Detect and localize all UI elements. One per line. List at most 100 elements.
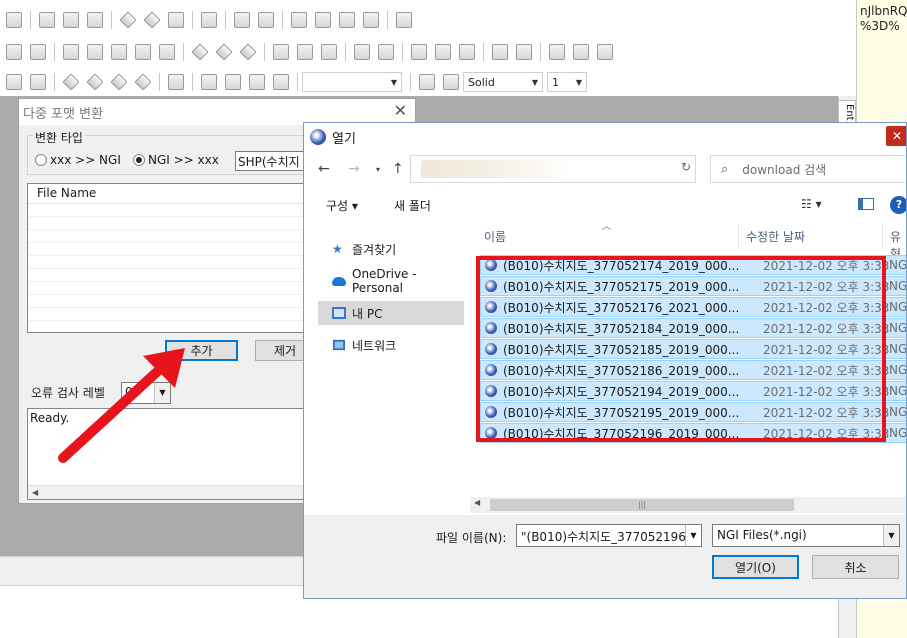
toolbar-icon[interactable] <box>62 73 80 91</box>
toolbar-icon[interactable] <box>215 43 233 61</box>
toolbar-icon[interactable] <box>201 74 217 90</box>
column-name[interactable]: 이름 <box>484 228 506 246</box>
address-bar[interactable]: ↻ <box>410 155 696 183</box>
up-icon[interactable]: ↑ <box>392 161 404 177</box>
close-icon[interactable]: ✕ <box>886 126 906 146</box>
undo-icon[interactable] <box>119 11 137 29</box>
toolbar-icon[interactable] <box>354 44 370 60</box>
toolbar-icon[interactable] <box>549 44 565 60</box>
toolbar-icon[interactable] <box>30 74 46 90</box>
toolbar-icon[interactable] <box>378 44 394 60</box>
nav-item-favorites[interactable]: ★ 즐겨찾기 <box>318 237 464 261</box>
refresh-icon[interactable]: ↻ <box>681 160 691 174</box>
radio-ngi-to-xxx[interactable]: NGI >> xxx <box>133 153 219 167</box>
zoom-icon[interactable] <box>291 12 307 28</box>
file-list-header[interactable]: File Name <box>28 184 310 204</box>
pan-icon[interactable] <box>396 12 412 28</box>
scroll-thumb[interactable]: ||| <box>490 499 794 511</box>
search-icon[interactable] <box>234 12 250 28</box>
radio-xxx-to-ngi[interactable]: xxx >> NGI <box>35 153 121 167</box>
nav-item-this-pc[interactable]: 내 PC <box>318 301 464 325</box>
chart-icon[interactable] <box>273 74 289 90</box>
filename-input[interactable]: "(B010)수치지도_377052196_ ▼ <box>516 524 702 547</box>
toolbar-icon[interactable] <box>86 73 104 91</box>
toolbar-icon[interactable] <box>573 44 589 60</box>
column-divider[interactable] <box>882 223 883 249</box>
toolbar-icon[interactable] <box>239 43 257 61</box>
pen-icon[interactable] <box>258 12 274 28</box>
chevron-down-icon[interactable]: ▼ <box>685 525 701 546</box>
view-options-icon[interactable]: ☷ ▾ <box>801 197 822 211</box>
toolbar-icon[interactable] <box>225 74 241 90</box>
text-icon[interactable] <box>297 44 313 60</box>
toolbar-icon[interactable] <box>435 44 451 60</box>
fill-icon[interactable] <box>419 74 435 90</box>
help-icon[interactable]: ? <box>890 196 906 214</box>
address-path <box>421 160 571 178</box>
radio-selected-icon[interactable] <box>133 154 145 166</box>
toolbar-icon[interactable] <box>168 74 184 90</box>
scroll-left-icon[interactable]: ◀ <box>474 498 480 507</box>
toolbar-icon[interactable] <box>110 73 128 91</box>
toolbar-icon[interactable] <box>6 44 22 60</box>
filetype-select[interactable]: NGI Files(*.ngi) ▼ <box>712 524 900 547</box>
close-icon[interactable]: ✕ <box>394 101 407 120</box>
preview-pane-icon[interactable] <box>858 198 874 210</box>
search-input[interactable]: ⌕ download 검색 <box>710 155 906 183</box>
nav-item-onedrive[interactable]: OneDrive - Personal <box>318 267 464 295</box>
delete-icon[interactable] <box>143 11 161 29</box>
log-scrollbar[interactable]: ◀ <box>28 485 310 499</box>
back-icon[interactable]: ← <box>318 161 330 177</box>
column-type[interactable]: 유형 <box>890 228 906 261</box>
file-type: NG <box>889 300 907 314</box>
toolbar-icon[interactable] <box>249 74 265 90</box>
column-divider[interactable] <box>738 223 739 249</box>
toolbar-icon[interactable] <box>159 44 175 60</box>
toolbar-icon[interactable] <box>597 44 613 60</box>
toolbar-icon[interactable] <box>191 43 209 61</box>
recent-dropdown-icon[interactable]: ▾ <box>376 165 380 174</box>
organize-button[interactable]: 구성 ▾ <box>326 197 358 214</box>
toolbar-icon[interactable] <box>6 12 22 28</box>
toolbar-icon[interactable] <box>411 44 427 60</box>
open-button[interactable]: 열기(O) <box>712 555 799 579</box>
zoom-in-icon[interactable] <box>315 12 331 28</box>
line-width-combo[interactable]: 1 ▼ <box>547 72 587 92</box>
toolbar-icon[interactable] <box>492 44 508 60</box>
toolbar-icon[interactable] <box>459 44 475 60</box>
layer-combo[interactable]: ▼ <box>302 72 402 92</box>
toolbar-icon[interactable] <box>63 44 79 60</box>
toolbar-icon[interactable] <box>516 44 532 60</box>
horizontal-scrollbar[interactable]: ◀ ||| <box>470 497 906 513</box>
toolbar-icon[interactable] <box>63 12 79 28</box>
toolbar-icon[interactable] <box>321 44 337 60</box>
column-date[interactable]: 수정한 날짜 <box>746 228 805 246</box>
toolbar-icon[interactable] <box>87 44 103 60</box>
toolbar-icon[interactable] <box>30 44 46 60</box>
toolbar-icon[interactable] <box>39 12 55 28</box>
toolbar-icon[interactable] <box>87 12 103 28</box>
line-style-combo[interactable]: Solid ▼ <box>463 72 543 92</box>
toolbar-icon[interactable] <box>111 44 127 60</box>
toolbar-icon[interactable] <box>168 12 184 28</box>
toolbar-icon[interactable] <box>273 44 289 60</box>
new-folder-button[interactable]: 새 폴더 <box>394 197 431 214</box>
cancel-button[interactable]: 취소 <box>812 555 899 579</box>
scroll-left-icon[interactable]: ◀ <box>32 488 38 497</box>
toolbar-icon[interactable] <box>6 74 22 90</box>
nav-item-network[interactable]: 네트워크 <box>318 333 464 357</box>
toolbar-icon[interactable] <box>134 73 152 91</box>
radio-icon[interactable] <box>35 154 47 166</box>
zoom-out-icon[interactable] <box>339 12 355 28</box>
file-list[interactable]: File Name <box>27 183 311 333</box>
toolbar-icon[interactable] <box>135 44 151 60</box>
forward-icon[interactable]: → <box>348 161 360 177</box>
remove-button-label: 제거 <box>273 344 297 358</box>
open-dialog-titlebar[interactable]: 열기 ✕ <box>304 123 906 151</box>
pen-icon[interactable] <box>443 74 459 90</box>
chevron-down-icon[interactable]: ▼ <box>883 525 899 546</box>
toolbar-icon[interactable] <box>201 12 217 28</box>
format-select[interactable]: SHP(수치지 <box>235 151 305 171</box>
zoom-window-icon[interactable] <box>363 12 379 28</box>
file-type: NG <box>889 384 907 398</box>
